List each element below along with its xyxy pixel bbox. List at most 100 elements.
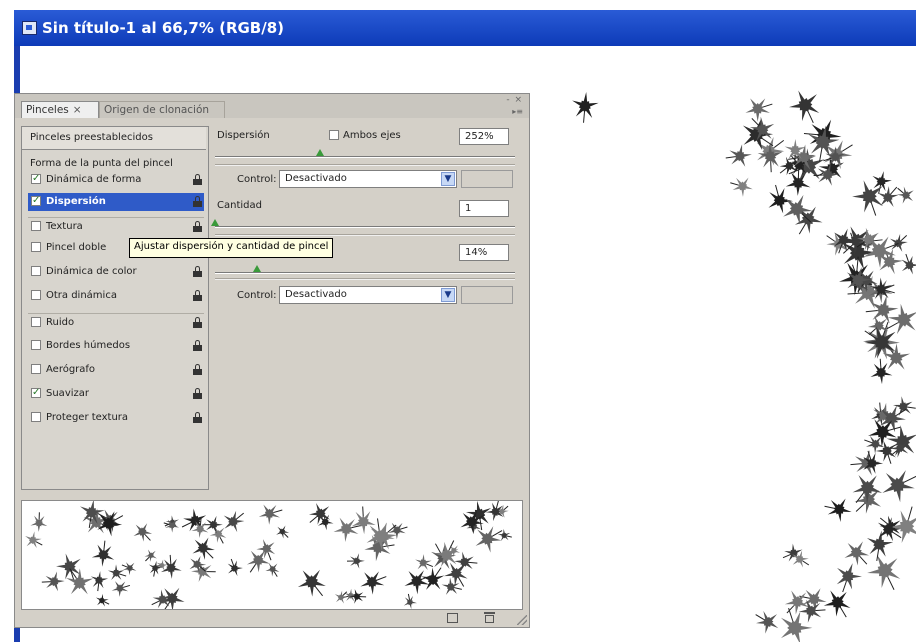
tab-close-icon[interactable]: × <box>73 104 82 116</box>
leaf-icon <box>755 610 779 634</box>
leaf-icon <box>223 510 245 533</box>
lock-icon[interactable] <box>193 412 202 423</box>
control1-select[interactable]: Desactivado ▼ <box>279 170 457 188</box>
brush-option-label: Dinámica de color <box>46 266 137 277</box>
leaf-icon <box>497 528 512 541</box>
brush-tip-shape-item[interactable]: Forma de la punta del pincel <box>30 158 173 169</box>
brush-option-item[interactable]: Textura <box>28 217 204 236</box>
count-jitter-value-field[interactable]: 14% <box>459 244 509 261</box>
brush-option-item[interactable]: Dinámica de color <box>28 263 204 281</box>
checkbox-icon[interactable]: ✓ <box>31 174 41 184</box>
trash-icon[interactable] <box>484 612 495 623</box>
checkbox-icon[interactable] <box>31 266 41 276</box>
leaf-icon <box>148 560 163 577</box>
leaf-icon <box>258 504 283 525</box>
lock-icon[interactable] <box>193 266 202 277</box>
brush-option-label: Dispersión <box>46 196 106 207</box>
document-icon <box>22 21 37 35</box>
leaf-icon <box>460 510 486 535</box>
brush-option-item[interactable]: ✓ Dispersión <box>28 193 204 211</box>
leaf-icon <box>163 519 180 533</box>
checkbox-icon[interactable] <box>31 412 41 422</box>
leaf-icon <box>782 543 803 562</box>
scatter-slider-thumb[interactable] <box>316 149 324 156</box>
checkbox-icon[interactable] <box>31 221 41 231</box>
control1-value: Desactivado <box>285 173 347 184</box>
brush-option-item[interactable]: Bordes húmedos <box>28 337 204 355</box>
leaf-icon <box>297 569 326 597</box>
control2-select[interactable]: Desactivado ▼ <box>279 286 457 304</box>
leaf-icon <box>823 590 851 618</box>
lock-icon[interactable] <box>193 196 202 207</box>
checkbox-icon[interactable] <box>31 317 41 327</box>
control1-label: Control: <box>237 174 277 185</box>
brush-option-item[interactable]: Ruido <box>28 313 204 332</box>
brush-presets-button[interactable]: Pinceles preestablecidos <box>22 127 206 150</box>
leaf-icon <box>160 587 185 609</box>
both-axes-checkbox[interactable] <box>329 130 339 140</box>
leaf-icon <box>360 571 387 595</box>
count-jitter-slider-track[interactable] <box>215 272 515 274</box>
checkbox-icon[interactable] <box>31 340 41 350</box>
brush-option-label: Suavizar <box>46 388 89 399</box>
dropdown-arrow-icon[interactable]: ▼ <box>441 172 455 186</box>
brush-option-item[interactable]: ✓ Dinámica de forma <box>28 171 204 189</box>
count-slider-track[interactable] <box>215 226 515 228</box>
checkbox-icon[interactable] <box>31 364 41 374</box>
count-slider-thumb[interactable] <box>211 219 219 226</box>
scatter-label: Dispersión <box>217 130 270 141</box>
divider <box>215 278 515 280</box>
document-title-bar[interactable]: Sin título-1 al 66,7% (RGB/8) <box>14 10 916 46</box>
control1-fade-field <box>461 170 513 188</box>
brushes-panel: Pinceles × Origen de clonación - × ▸≡ Pin… <box>14 93 530 628</box>
lock-icon[interactable] <box>193 290 202 301</box>
leaf-icon <box>572 92 599 123</box>
scatter-slider-track[interactable] <box>215 156 515 158</box>
brush-stroke-preview <box>21 500 523 610</box>
lock-icon[interactable] <box>193 388 202 399</box>
tooltip: Ajustar dispersión y cantidad de pincel <box>129 238 334 258</box>
brush-option-label: Ruido <box>46 317 75 328</box>
scatter-value-field[interactable]: 252% <box>459 128 509 145</box>
resize-grip-icon[interactable] <box>517 615 527 625</box>
checkbox-icon[interactable]: ✓ <box>31 196 41 206</box>
dropdown-arrow-icon[interactable]: ▼ <box>441 288 455 302</box>
checkbox-icon[interactable] <box>31 290 41 300</box>
count-jitter-slider-thumb[interactable] <box>253 265 261 272</box>
panel-menu-icon[interactable]: ▸≡ <box>512 107 523 116</box>
lock-icon[interactable] <box>193 174 202 185</box>
brush-option-item[interactable]: Otra dinámica <box>28 287 204 305</box>
brush-option-item[interactable]: Aerógrafo <box>28 361 204 379</box>
brush-option-item[interactable]: ✓ Suavizar <box>28 385 204 403</box>
leaf-icon <box>111 581 131 597</box>
brush-option-item[interactable]: Proteger textura <box>28 409 204 427</box>
tab-brushes-label: Pinceles <box>26 104 69 116</box>
count-value-field[interactable]: 1 <box>459 200 509 217</box>
control2-value: Desactivado <box>285 289 347 300</box>
tab-clone-source[interactable]: Origen de clonación <box>99 101 225 118</box>
brush-option-label: Dinámica de forma <box>46 174 142 185</box>
leaf-icon <box>334 590 348 604</box>
leaf-icon <box>30 512 48 532</box>
leaf-icon <box>836 563 862 593</box>
lock-icon[interactable] <box>193 221 202 232</box>
lock-icon[interactable] <box>193 364 202 375</box>
preview-leaf-strokes <box>25 501 512 609</box>
leaf-icon <box>441 577 462 595</box>
leaf-icon <box>725 144 752 167</box>
leaf-icon <box>882 470 916 503</box>
leaf-icon <box>41 571 65 592</box>
new-brush-icon[interactable] <box>447 613 458 623</box>
divider <box>215 234 515 236</box>
checkbox-icon[interactable]: ✓ <box>31 388 41 398</box>
leaf-icon <box>90 571 109 592</box>
lock-icon[interactable] <box>193 340 202 351</box>
tab-brushes[interactable]: Pinceles × <box>21 101 99 118</box>
lock-icon[interactable] <box>193 317 202 328</box>
panel-window-controls[interactable]: - × <box>506 95 523 105</box>
leaf-icon <box>870 358 893 385</box>
divider <box>215 164 515 166</box>
brush-options-list: Pinceles preestablecidos Forma de la pun… <box>21 126 209 490</box>
brush-option-label: Textura <box>46 221 83 232</box>
checkbox-icon[interactable] <box>31 242 41 252</box>
